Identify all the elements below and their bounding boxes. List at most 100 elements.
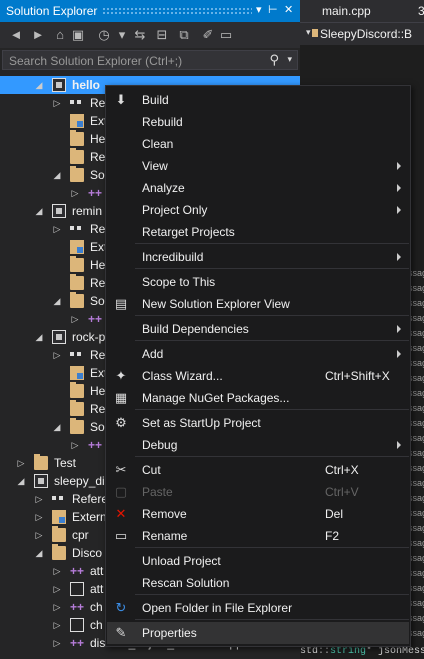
menu-item-incredibuild[interactable]: Incredibuild xyxy=(107,246,409,268)
menu-item-clean[interactable]: Clean xyxy=(107,133,409,155)
menu-item-manage-nuget-packages[interactable]: ▦ Manage NuGet Packages... xyxy=(107,387,409,409)
close-icon[interactable]: ✕ xyxy=(284,3,293,16)
search-icon[interactable]: ⚲ xyxy=(269,52,279,68)
search-options-icon[interactable]: ▾ xyxy=(287,54,292,65)
menu-item-build-dependencies[interactable]: Build Dependencies xyxy=(107,318,409,340)
forward-icon[interactable]: ► xyxy=(30,27,46,43)
expanded-arrow-icon[interactable]: ◢ xyxy=(16,475,26,487)
home-icon[interactable]: ⌂ xyxy=(52,27,68,43)
tree-item-label: hello xyxy=(72,78,101,92)
collapsed-arrow-icon[interactable]: ▷ xyxy=(34,493,44,505)
collapsed-arrow-icon[interactable]: ▷ xyxy=(52,601,62,613)
collapsed-arrow-icon[interactable]: ▷ xyxy=(52,223,62,235)
menu-item-scope-to-this[interactable]: Scope to This xyxy=(107,271,409,293)
panel-toolbar: ◄ ► ⌂ ▣ ◷ ▾ ⇆ ⊟ ⧉ ✐ ▭ xyxy=(0,22,300,48)
expanded-arrow-icon[interactable]: ◢ xyxy=(52,169,62,181)
tree-item-label: Re xyxy=(90,348,106,362)
tree-item-label: Re xyxy=(90,96,106,110)
menu-shortcut: Ctrl+V xyxy=(325,485,359,499)
menu-shortcut: Ctrl+Shift+X xyxy=(325,369,390,383)
show-all-files-icon[interactable]: ⧉ xyxy=(176,27,192,43)
references-icon xyxy=(70,98,82,108)
collapsed-arrow-icon[interactable]: ▷ xyxy=(52,97,62,109)
menu-item-remove[interactable]: ✕ Remove Del xyxy=(107,503,409,525)
menu-item-label: Scope to This xyxy=(142,275,216,289)
menu-item-analyze[interactable]: Analyze xyxy=(107,177,409,199)
menu-item-debug[interactable]: Debug xyxy=(107,434,409,456)
menu-item-new-solution-explorer-view[interactable]: ▤ New Solution Explorer View xyxy=(107,293,409,315)
collapsed-arrow-icon[interactable]: ▷ xyxy=(52,637,62,649)
menu-item-cut[interactable]: ✂ Cut Ctrl+X xyxy=(107,459,409,481)
pending-changes-icon[interactable]: ◷ xyxy=(96,27,112,43)
project-icon xyxy=(52,78,66,92)
collapsed-arrow-icon[interactable]: ▷ xyxy=(34,529,44,541)
expanded-arrow-icon[interactable]: ◢ xyxy=(34,331,44,343)
references-icon xyxy=(52,494,64,504)
expanded-arrow-icon[interactable]: ◢ xyxy=(34,79,44,91)
tab-main-cpp[interactable]: main.cpp xyxy=(322,4,371,18)
search-field[interactable]: Search Solution Explorer (Ctrl+;) ⚲ ▾ xyxy=(2,50,298,70)
menu-item-rebuild[interactable]: Rebuild xyxy=(107,111,409,133)
menu-item-label: Project Only xyxy=(142,203,208,217)
search-placeholder: Search Solution Explorer (Ctrl+;) xyxy=(9,54,183,68)
preview-icon[interactable]: ▭ xyxy=(218,27,234,43)
menu-item-add[interactable]: Add xyxy=(107,343,409,365)
menu-shortcut: F2 xyxy=(325,529,340,543)
menu-item-rename[interactable]: ▭ Rename F2 xyxy=(107,525,409,547)
tab-number: 3 xyxy=(418,4,424,18)
cpp-file-icon: ++ xyxy=(70,600,85,614)
properties-wrench-icon[interactable]: ✐ xyxy=(200,27,216,43)
drag-grip[interactable] xyxy=(102,7,252,14)
collapsed-arrow-icon[interactable]: ▷ xyxy=(70,187,80,199)
collapsed-arrow-icon[interactable]: ▷ xyxy=(52,619,62,631)
menu-separator xyxy=(135,340,409,341)
class-wizard-icon: ✦ xyxy=(115,368,127,383)
dropdown-icon[interactable]: ▾ xyxy=(256,3,262,16)
menu-item-rescan-solution[interactable]: Rescan Solution xyxy=(107,572,409,594)
header-file-icon xyxy=(70,618,84,632)
menu-item-class-wizard[interactable]: ✦ Class Wizard... Ctrl+Shift+X xyxy=(107,365,409,387)
collapsed-arrow-icon[interactable]: ▷ xyxy=(70,439,80,451)
class-icon xyxy=(312,29,318,37)
chevron-down-icon[interactable]: ▾ xyxy=(114,27,130,43)
collapse-all-icon[interactable]: ⊟ xyxy=(154,27,170,43)
menu-item-label: Build xyxy=(142,93,169,107)
menu-item-label: Build Dependencies xyxy=(142,322,249,336)
menu-item-view[interactable]: View xyxy=(107,155,409,177)
menu-item-label: Unload Project xyxy=(142,554,221,568)
menu-item-build[interactable]: ⬇ Build xyxy=(107,89,409,111)
tree-item-label: He xyxy=(90,258,106,272)
cpp-file-icon: ++ xyxy=(88,312,103,326)
menu-item-project-only[interactable]: Project Only xyxy=(107,199,409,221)
collapsed-arrow-icon[interactable]: ▷ xyxy=(70,313,80,325)
folder-icon xyxy=(70,400,84,416)
tree-item-label: Test xyxy=(54,456,77,470)
scope-breadcrumb[interactable]: SleepyDiscord::B xyxy=(320,27,412,41)
menu-item-properties[interactable]: ✎ Properties xyxy=(107,622,409,644)
menu-item-label: Retarget Projects xyxy=(142,225,235,239)
menu-item-unload-project[interactable]: Unload Project xyxy=(107,550,409,572)
build-icon: ⬇ xyxy=(115,92,127,107)
pin-icon[interactable]: ⊢ xyxy=(268,3,278,16)
expanded-arrow-icon[interactable]: ◢ xyxy=(34,547,44,559)
menu-item-open-folder-in-file-explorer[interactable]: ↻ Open Folder in File Explorer xyxy=(107,597,409,619)
chevron-down-icon[interactable]: ▾ xyxy=(306,27,311,38)
collapsed-arrow-icon[interactable]: ▷ xyxy=(34,511,44,523)
menu-item-set-as-startup-project[interactable]: ⚙ Set as StartUp Project xyxy=(107,412,409,434)
menu-item-retarget-projects[interactable]: Retarget Projects xyxy=(107,221,409,243)
collapsed-arrow-icon[interactable]: ▷ xyxy=(52,583,62,595)
collapsed-arrow-icon[interactable]: ▷ xyxy=(16,457,26,469)
project-icon xyxy=(52,330,66,344)
sync-icon[interactable]: ⇆ xyxy=(132,27,148,43)
expanded-arrow-icon[interactable]: ◢ xyxy=(52,295,62,307)
tree-item-label: att xyxy=(90,582,104,596)
switch-views-icon[interactable]: ▣ xyxy=(70,27,86,43)
cpp-file-icon: ++ xyxy=(88,186,103,200)
navigation-bar: ▾ SleepyDiscord::B xyxy=(300,22,424,45)
expanded-arrow-icon[interactable]: ◢ xyxy=(52,421,62,433)
collapsed-arrow-icon[interactable]: ▷ xyxy=(52,349,62,361)
external-dependencies-icon xyxy=(70,114,84,128)
expanded-arrow-icon[interactable]: ◢ xyxy=(34,205,44,217)
back-icon[interactable]: ◄ xyxy=(8,27,24,43)
collapsed-arrow-icon[interactable]: ▷ xyxy=(52,565,62,577)
